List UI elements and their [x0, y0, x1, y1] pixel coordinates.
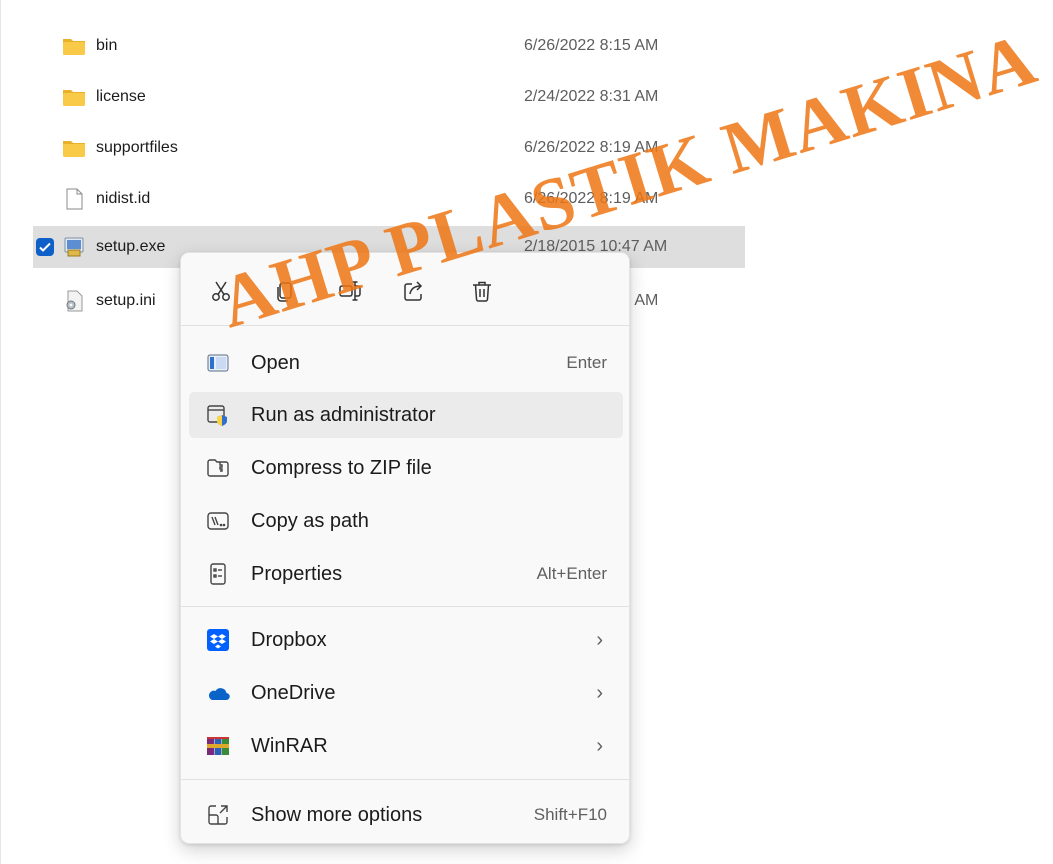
selection-checkbox[interactable] [36, 238, 54, 256]
menu-item-copy-path[interactable]: Copy as path [189, 498, 623, 544]
menu-separator [181, 779, 629, 780]
rename-button[interactable] [326, 269, 374, 313]
menu-item-label: Copy as path [251, 510, 369, 532]
menu-item-show-more[interactable]: Show more options Shift+F10 [189, 792, 623, 838]
menu-item-label: Show more options [251, 804, 423, 826]
onedrive-icon [208, 688, 230, 701]
file-row-supportfiles[interactable]: supportfiles 6/26/2022 8:19 AM [33, 127, 745, 169]
menu-item-open[interactable]: Open Enter [189, 340, 623, 386]
properties-icon [210, 563, 226, 585]
menu-item-label: Compress to ZIP file [251, 457, 432, 479]
folder-icon [63, 90, 85, 106]
menu-item-label: Run as administrator [251, 404, 436, 426]
share-icon [404, 281, 423, 301]
chevron-right-icon: › [596, 735, 603, 757]
open-app-icon [207, 354, 229, 372]
file-name: bin [96, 37, 118, 54]
rename-icon [339, 281, 361, 301]
file-date: 6/26/2022 8:19 AM [524, 190, 659, 207]
share-button[interactable] [390, 269, 438, 313]
menu-separator [181, 606, 629, 607]
cut-icon [212, 281, 230, 301]
file-date: 6/26/2022 8:15 AM [524, 37, 659, 54]
dropbox-icon [207, 629, 229, 651]
context-menu: Open Enter Run as administrator Compress… [180, 252, 630, 844]
file-icon [66, 188, 83, 210]
menu-separator [181, 325, 629, 326]
file-name: supportfiles [96, 139, 178, 156]
cut-button[interactable] [197, 269, 245, 313]
copy-icon [277, 282, 292, 302]
shield-run-icon [207, 405, 227, 426]
file-name: setup.exe [96, 238, 166, 255]
menu-item-shortcut: Shift+F10 [533, 805, 607, 824]
file-name: setup.ini [96, 292, 156, 309]
winrar-icon [207, 737, 229, 755]
file-date: 6/26/2022 8:19 AM [524, 139, 659, 156]
menu-item-run-as-admin[interactable]: Run as administrator [189, 392, 623, 438]
file-row-nidist[interactable]: nidist.id 6/26/2022 8:19 AM [33, 178, 745, 220]
menu-item-properties[interactable]: Properties Alt+Enter [189, 551, 623, 597]
menu-item-compress-zip[interactable]: Compress to ZIP file [189, 445, 623, 491]
delete-button[interactable] [458, 269, 506, 313]
delete-icon [473, 281, 491, 302]
file-row-license[interactable]: license 2/24/2022 8:31 AM [33, 76, 745, 118]
file-date: 2/24/2022 8:31 AM [524, 88, 659, 105]
copy-button[interactable] [261, 269, 309, 313]
chevron-right-icon: › [596, 682, 603, 704]
settings-file-icon [66, 290, 83, 312]
menu-item-shortcut: Alt+Enter [536, 564, 607, 583]
zip-folder-icon [207, 459, 229, 477]
copy-path-icon [207, 512, 229, 530]
chevron-right-icon: › [596, 629, 603, 651]
menu-item-shortcut: Enter [566, 353, 607, 372]
menu-item-label: Properties [251, 563, 343, 585]
folder-icon [63, 141, 85, 157]
file-name: nidist.id [96, 190, 151, 207]
folder-icon [63, 39, 85, 55]
menu-item-dropbox[interactable]: Dropbox › [189, 617, 623, 663]
file-row-bin[interactable]: bin 6/26/2022 8:15 AM [33, 25, 745, 67]
menu-item-onedrive[interactable]: OneDrive › [189, 670, 623, 716]
menu-item-label: Dropbox [251, 629, 327, 651]
file-name: license [96, 88, 146, 105]
menu-item-winrar[interactable]: WinRAR › [189, 723, 623, 769]
menu-item-label: OneDrive [251, 682, 336, 704]
installer-icon [64, 237, 84, 257]
show-more-icon [208, 805, 228, 825]
left-pane-border [0, 0, 1, 864]
menu-item-label: Open [251, 352, 300, 374]
menu-item-label: WinRAR [251, 735, 328, 757]
